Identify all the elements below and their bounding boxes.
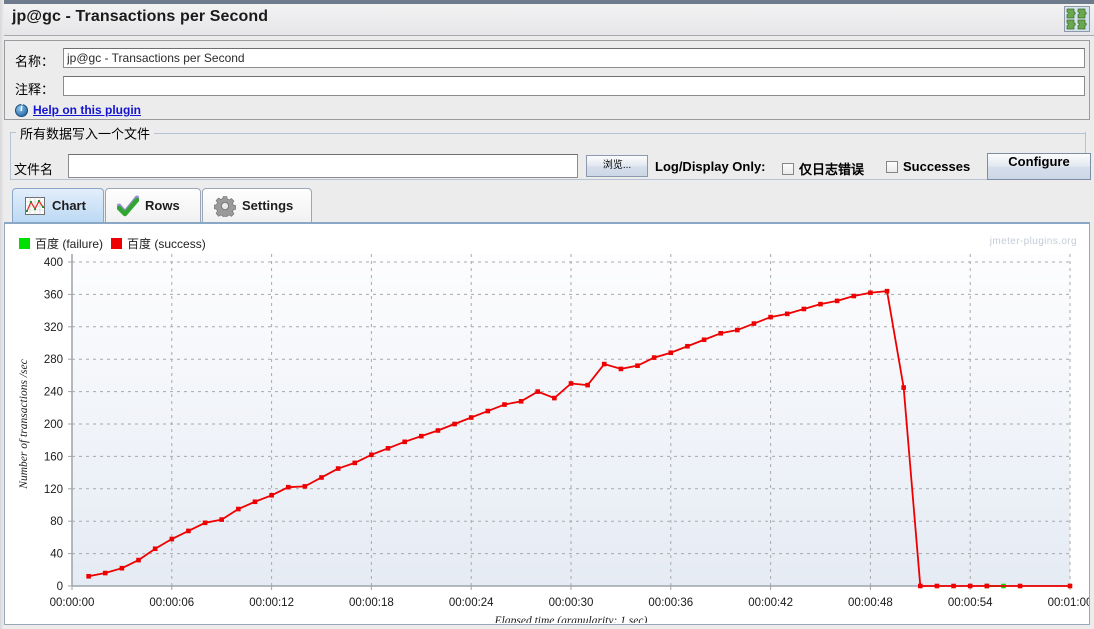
filename-label: 文件名	[14, 162, 54, 177]
puzzle-piece-icon[interactable]	[1064, 6, 1090, 32]
svg-text:280: 280	[44, 354, 63, 366]
svg-text:Number of transactions /sec: Number of transactions /sec	[18, 359, 30, 489]
help-row: Help on this plugin	[15, 103, 141, 117]
checkbox-box-successes[interactable]	[886, 160, 898, 173]
name-comment-panel: 名称： 注释： Help on this plugin	[4, 40, 1090, 120]
errors-only-checkbox[interactable]: 仅日志错误	[782, 159, 864, 178]
name-label: 名称：	[15, 54, 55, 69]
tab-chart-label: Chart	[52, 198, 86, 213]
successes-label: Successes	[903, 159, 971, 174]
comment-input[interactable]	[63, 76, 1085, 96]
svg-text:40: 40	[50, 549, 63, 561]
jmeter-tps-plugin-window: jp@gc - Transactions per Second 名称： 注释： …	[0, 0, 1094, 629]
name-input[interactable]	[63, 48, 1085, 68]
svg-text:240: 240	[44, 387, 63, 399]
svg-text:360: 360	[44, 289, 63, 301]
svg-text:00:00:30: 00:00:30	[549, 597, 594, 609]
svg-text:00:00:18: 00:00:18	[349, 597, 394, 609]
browse-button[interactable]: 浏览...	[586, 155, 648, 177]
svg-text:00:00:12: 00:00:12	[249, 597, 294, 609]
comment-label: 注释：	[15, 82, 55, 97]
configure-button[interactable]: Configure	[987, 153, 1091, 180]
chart-icon	[24, 195, 46, 217]
tab-rows-label: Rows	[145, 198, 180, 213]
transactions-per-second-chart: 0 40 80 120 160 200 240 280 320 360 400 00:00:00 00:…	[5, 224, 1089, 623]
svg-text:Elapsed time (granularity: 1 s: Elapsed time (granularity: 1 sec)	[494, 615, 648, 623]
tab-settings[interactable]: Settings	[202, 188, 312, 222]
svg-text:00:01:00: 00:01:00	[1048, 597, 1089, 609]
tab-chart[interactable]: Chart	[12, 188, 104, 222]
group-title-rule	[130, 133, 1086, 134]
svg-text:00:00:00: 00:00:00	[50, 597, 95, 609]
info-icon	[15, 103, 28, 117]
legend-item: 百度 (failure)	[19, 235, 103, 252]
tab-rows[interactable]: Rows	[105, 188, 201, 222]
svg-text:200: 200	[44, 419, 63, 431]
legend-label: 百度 (failure)	[35, 237, 104, 251]
errors-only-label: 仅日志错误	[799, 162, 865, 177]
chart-legend: 百度 (failure) 百度 (success)	[19, 235, 206, 252]
checkmark-icon	[116, 195, 140, 217]
tab-settings-label: Settings	[242, 198, 294, 213]
svg-text:80: 80	[50, 516, 63, 528]
write-all-data-to-file-title: 所有数据写入一个文件	[16, 123, 155, 143]
checkbox-box-errors[interactable]	[782, 162, 794, 175]
successes-checkbox[interactable]: Successes	[886, 159, 970, 174]
svg-text:00:00:48: 00:00:48	[848, 597, 893, 609]
svg-text:320: 320	[44, 322, 63, 334]
svg-text:00:00:36: 00:00:36	[648, 597, 693, 609]
legend-item: 百度 (success)	[111, 235, 206, 252]
svg-text:00:00:54: 00:00:54	[948, 597, 993, 609]
title-bar-accent	[0, 0, 1094, 4]
title-bar: jp@gc - Transactions per Second	[0, 0, 1094, 36]
gear-icon	[213, 195, 237, 219]
legend-swatch	[19, 238, 30, 249]
legend-label: 百度 (success)	[127, 237, 206, 251]
svg-text:120: 120	[44, 484, 63, 496]
left-edge-strip	[0, 0, 4, 629]
svg-text:00:00:42: 00:00:42	[748, 597, 793, 609]
tab-strip: Chart Rows Settings	[4, 188, 1090, 224]
filename-input[interactable]	[68, 154, 578, 178]
svg-text:160: 160	[44, 451, 63, 463]
page-title: jp@gc - Transactions per Second	[12, 8, 269, 25]
help-on-this-plugin-link[interactable]: Help on this plugin	[33, 103, 141, 117]
chart-panel: 0 40 80 120 160 200 240 280 320 360 400 00:00:00 00:…	[4, 224, 1090, 625]
svg-text:400: 400	[44, 257, 63, 269]
svg-text:00:00:06: 00:00:06	[149, 597, 194, 609]
svg-text:00:00:24: 00:00:24	[449, 597, 494, 609]
log-display-only-label: Log/Display Only:	[655, 159, 766, 174]
legend-swatch	[111, 238, 123, 249]
watermark: jmeter-plugins.org	[989, 236, 1077, 247]
svg-text:0: 0	[57, 581, 63, 593]
